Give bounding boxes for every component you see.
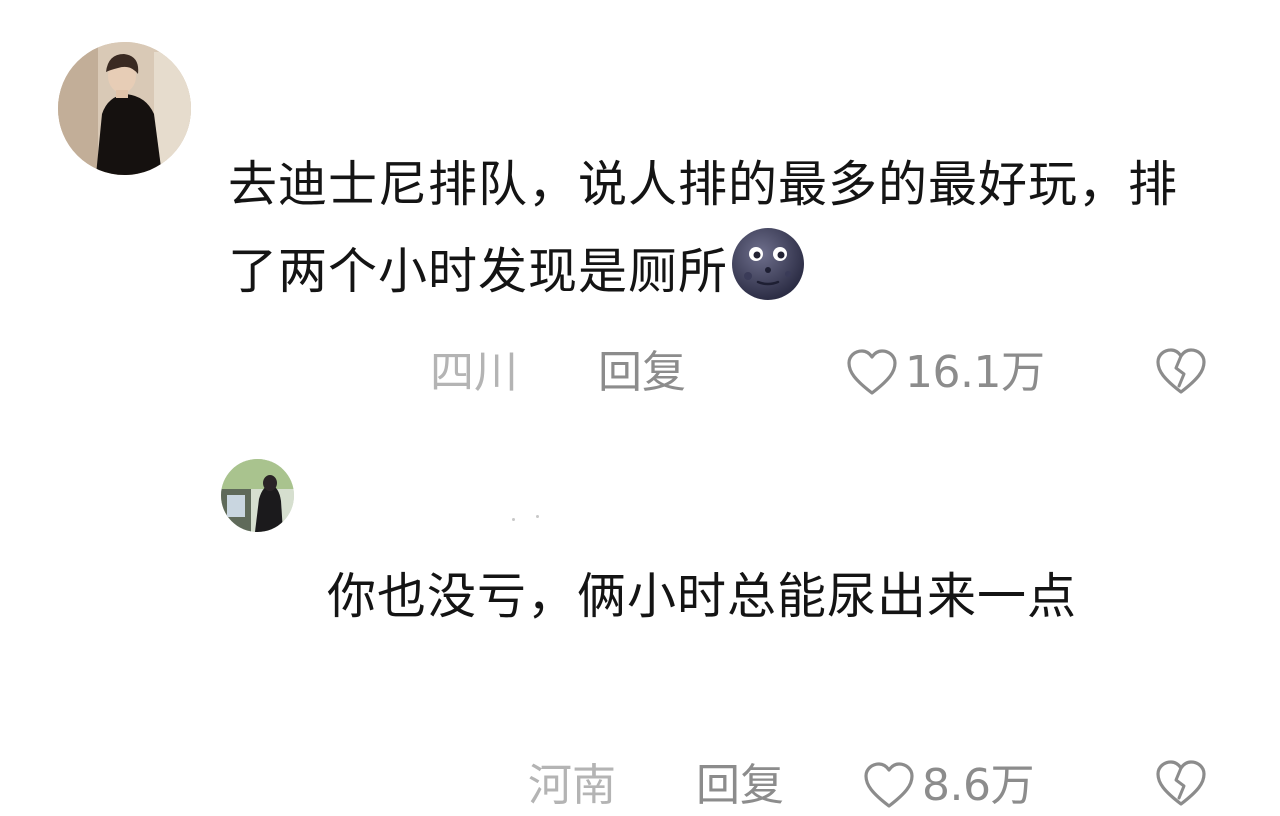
avatar-photo — [221, 459, 294, 532]
reply-like-count: 8.6万 — [922, 760, 1034, 811]
avatar-photo — [58, 42, 191, 175]
reply-text: 你也没亏，俩小时总能尿出来一点 — [327, 568, 1078, 625]
reply-button[interactable]: 回复 — [598, 343, 686, 403]
reply-reply-button[interactable]: 回复 — [696, 756, 784, 816]
dislike-button[interactable] — [1153, 346, 1209, 398]
heart-outline-icon — [847, 349, 897, 395]
like-button[interactable]: 16.1万 — [845, 343, 1045, 403]
comment-location: 四川 — [430, 347, 518, 398]
like-count: 16.1万 — [905, 347, 1045, 398]
reply-location: 河南 — [528, 760, 616, 811]
broken-heart-icon — [1156, 760, 1206, 806]
replier-avatar[interactable] — [221, 459, 294, 532]
heart-outline-icon — [864, 762, 914, 808]
commenter-avatar[interactable] — [58, 42, 191, 175]
comment-text: 去迪士尼排队，说人排的最多的最好玩，排了两个小时发现是厕所 — [228, 143, 1188, 313]
new-moon-face-emoji — [730, 226, 806, 302]
comment-text-content: 去迪士尼排队，说人排的最多的最好玩，排了两个小时发现是厕所 — [228, 156, 1179, 300]
reply-like-button[interactable]: 8.6万 — [862, 756, 1034, 816]
broken-heart-icon — [1156, 348, 1206, 394]
reply-dislike-button[interactable] — [1153, 758, 1209, 810]
